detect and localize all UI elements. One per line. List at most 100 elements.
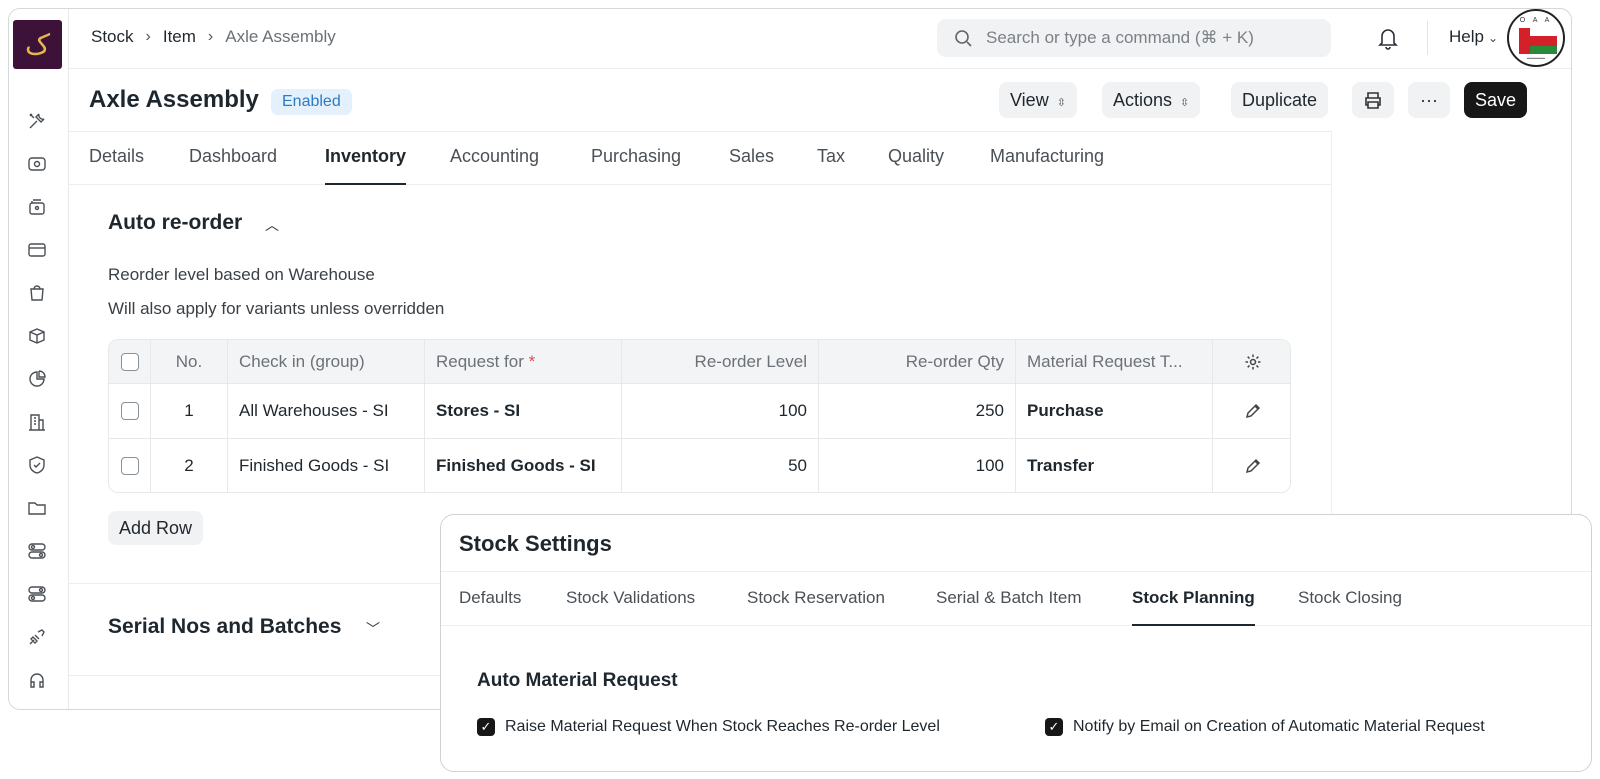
row-checkbox[interactable] [109, 384, 151, 438]
actions-label: Actions [1113, 90, 1173, 110]
printer-icon [1365, 92, 1381, 109]
stock-settings-title: Stock Settings [459, 531, 612, 556]
tab-quality[interactable]: Quality [888, 146, 944, 167]
raise-material-request-checkbox[interactable]: ✓ Raise Material Request When Stock Reac… [477, 718, 940, 736]
tab-stock-closing[interactable]: Stock Closing [1298, 588, 1402, 608]
folder-icon[interactable] [27, 498, 47, 518]
column-header: Material Request T... [1016, 340, 1213, 383]
cell-reorder-level[interactable]: 50 [622, 439, 819, 492]
tab-stock-validations[interactable]: Stock Validations [566, 588, 695, 608]
topbar: Stock › Item › Axle Assembly Search or t… [69, 9, 1571, 69]
column-settings-button[interactable] [1213, 340, 1290, 383]
cell-request-for[interactable]: Finished Goods - SI [425, 439, 622, 492]
tab-inventory[interactable]: Inventory [325, 146, 407, 185]
more-button[interactable]: ··· [1408, 82, 1450, 118]
add-row-button[interactable]: Add Row [108, 511, 204, 545]
tab-tax[interactable]: Tax [817, 146, 845, 167]
view-label: View [1010, 90, 1049, 110]
app-logo[interactable]: ک [13, 20, 62, 69]
actions-button[interactable]: Actions ⇳ [1102, 82, 1201, 118]
shield-icon[interactable] [27, 455, 47, 475]
table-header: No. Check in (group) Request for * Re-or… [109, 340, 1290, 383]
required-marker: * [528, 351, 536, 371]
breadcrumb-current: Axle Assembly [225, 27, 336, 46]
tab-stock-planning[interactable]: Stock Planning [1132, 588, 1255, 626]
print-button[interactable] [1352, 82, 1394, 118]
chevron-up-icon[interactable]: ︿ [265, 215, 279, 235]
inventory-icon[interactable] [27, 197, 47, 217]
tab-dashboard[interactable]: Dashboard [189, 146, 277, 167]
integration-icon[interactable] [27, 627, 47, 647]
notification-bell-icon[interactable] [1377, 26, 1399, 50]
logo-caption-graphic: ━━━━━━ [1526, 56, 1546, 62]
cell-reorder-qty[interactable]: 100 [819, 439, 1016, 492]
column-header: Re-order Qty [819, 340, 1016, 383]
chevron-right-icon: › [145, 28, 151, 45]
search-placeholder: Search or type a command (⌘ + K) [986, 28, 1254, 47]
edit-row-button[interactable] [1213, 439, 1290, 492]
breadcrumb-stock[interactable]: Stock [91, 27, 134, 47]
help-menu[interactable]: Help ⌄ [1449, 27, 1498, 47]
cell-reorder-qty[interactable]: 250 [819, 384, 1016, 438]
row-checkbox[interactable] [109, 439, 151, 492]
table-row[interactable]: 2 Finished Goods - SI Finished Goods - S… [109, 438, 1290, 492]
section-title-serial-nos[interactable]: Serial Nos and Batches [108, 615, 341, 639]
billing-icon[interactable] [27, 240, 47, 260]
reorder-description: Reorder level based on Warehouse [108, 265, 375, 284]
chevron-down-icon[interactable]: ﹀ [366, 619, 380, 639]
avatar-initials: O A A [1519, 17, 1553, 24]
tab-accounting[interactable]: Accounting [450, 146, 539, 167]
edit-row-button[interactable] [1213, 384, 1290, 438]
status-badge: Enabled [271, 89, 352, 115]
sidebar: ک [9, 9, 69, 709]
save-button[interactable]: Save [1464, 82, 1528, 118]
cell-check-in-group[interactable]: All Warehouses - SI [228, 384, 425, 438]
view-button[interactable]: View ⇳ [999, 82, 1077, 118]
settings-toggle-icon[interactable] [27, 584, 47, 604]
duplicate-button[interactable]: Duplicate [1231, 82, 1329, 118]
tab-sales[interactable]: Sales [729, 146, 774, 167]
breadcrumb-item[interactable]: Item [163, 27, 196, 47]
table-row[interactable]: 1 All Warehouses - SI Stores - SI 100 25… [109, 383, 1290, 438]
tools-icon[interactable] [27, 111, 47, 131]
cell-request-for[interactable]: Stores - SI [425, 384, 622, 438]
oman-flag-icon [1519, 28, 1557, 54]
reorder-table: No. Check in (group) Request for * Re-or… [108, 339, 1291, 493]
cell-check-in-group[interactable]: Finished Goods - SI [228, 439, 425, 492]
stock-settings-panel: Stock Settings Defaults Stock Validation… [440, 514, 1592, 772]
page-title: Axle Assembly [89, 86, 259, 113]
breadcrumb: Stock › Item › Axle Assembly [91, 27, 336, 47]
cell-material-request-type[interactable]: Purchase [1016, 384, 1213, 438]
section-title-auto-reorder[interactable]: Auto re-order [108, 211, 242, 235]
tab-serial-batch-item[interactable]: Serial & Batch Item [936, 588, 1082, 608]
select-all-checkbox[interactable] [109, 340, 151, 383]
tab-purchasing[interactable]: Purchasing [591, 146, 681, 167]
building-icon[interactable] [27, 412, 47, 432]
search-input[interactable]: Search or type a command (⌘ + K) [937, 19, 1331, 57]
search-icon [955, 30, 972, 47]
tab-details[interactable]: Details [89, 146, 144, 167]
gear-icon [1245, 354, 1260, 369]
cell-reorder-level[interactable]: 100 [622, 384, 819, 438]
column-header: No. [151, 340, 228, 383]
stock-icon[interactable] [27, 154, 47, 174]
avatar[interactable]: O A A ━━━━━━ [1507, 9, 1565, 67]
select-arrows-icon: ⇳ [1180, 97, 1190, 109]
chevron-down-icon: ⌄ [1487, 31, 1499, 45]
shopping-bag-icon[interactable] [27, 283, 47, 303]
tab-defaults[interactable]: Defaults [459, 588, 521, 608]
notify-by-email-checkbox[interactable]: ✓ Notify by Email on Creation of Automat… [1045, 718, 1485, 736]
tab-stock-reservation[interactable]: Stock Reservation [747, 588, 885, 608]
headset-icon[interactable] [27, 670, 47, 690]
column-header-label: Request for [436, 351, 524, 371]
box-icon[interactable] [27, 326, 47, 346]
pie-chart-icon[interactable] [27, 369, 47, 389]
form-tabs: Details Dashboard Inventory Accounting P… [69, 131, 1332, 185]
pencil-icon [1245, 403, 1260, 419]
cell-material-request-type[interactable]: Transfer [1016, 439, 1213, 492]
select-arrows-icon: ⇳ [1056, 97, 1066, 109]
tab-manufacturing[interactable]: Manufacturing [990, 146, 1104, 167]
checkbox-label: Notify by Email on Creation of Automatic… [1073, 718, 1485, 735]
toggle-icon[interactable] [27, 541, 47, 561]
doc-header: Axle Assembly Enabled View ⇳ Actions ⇳ Dup… [69, 69, 1571, 131]
